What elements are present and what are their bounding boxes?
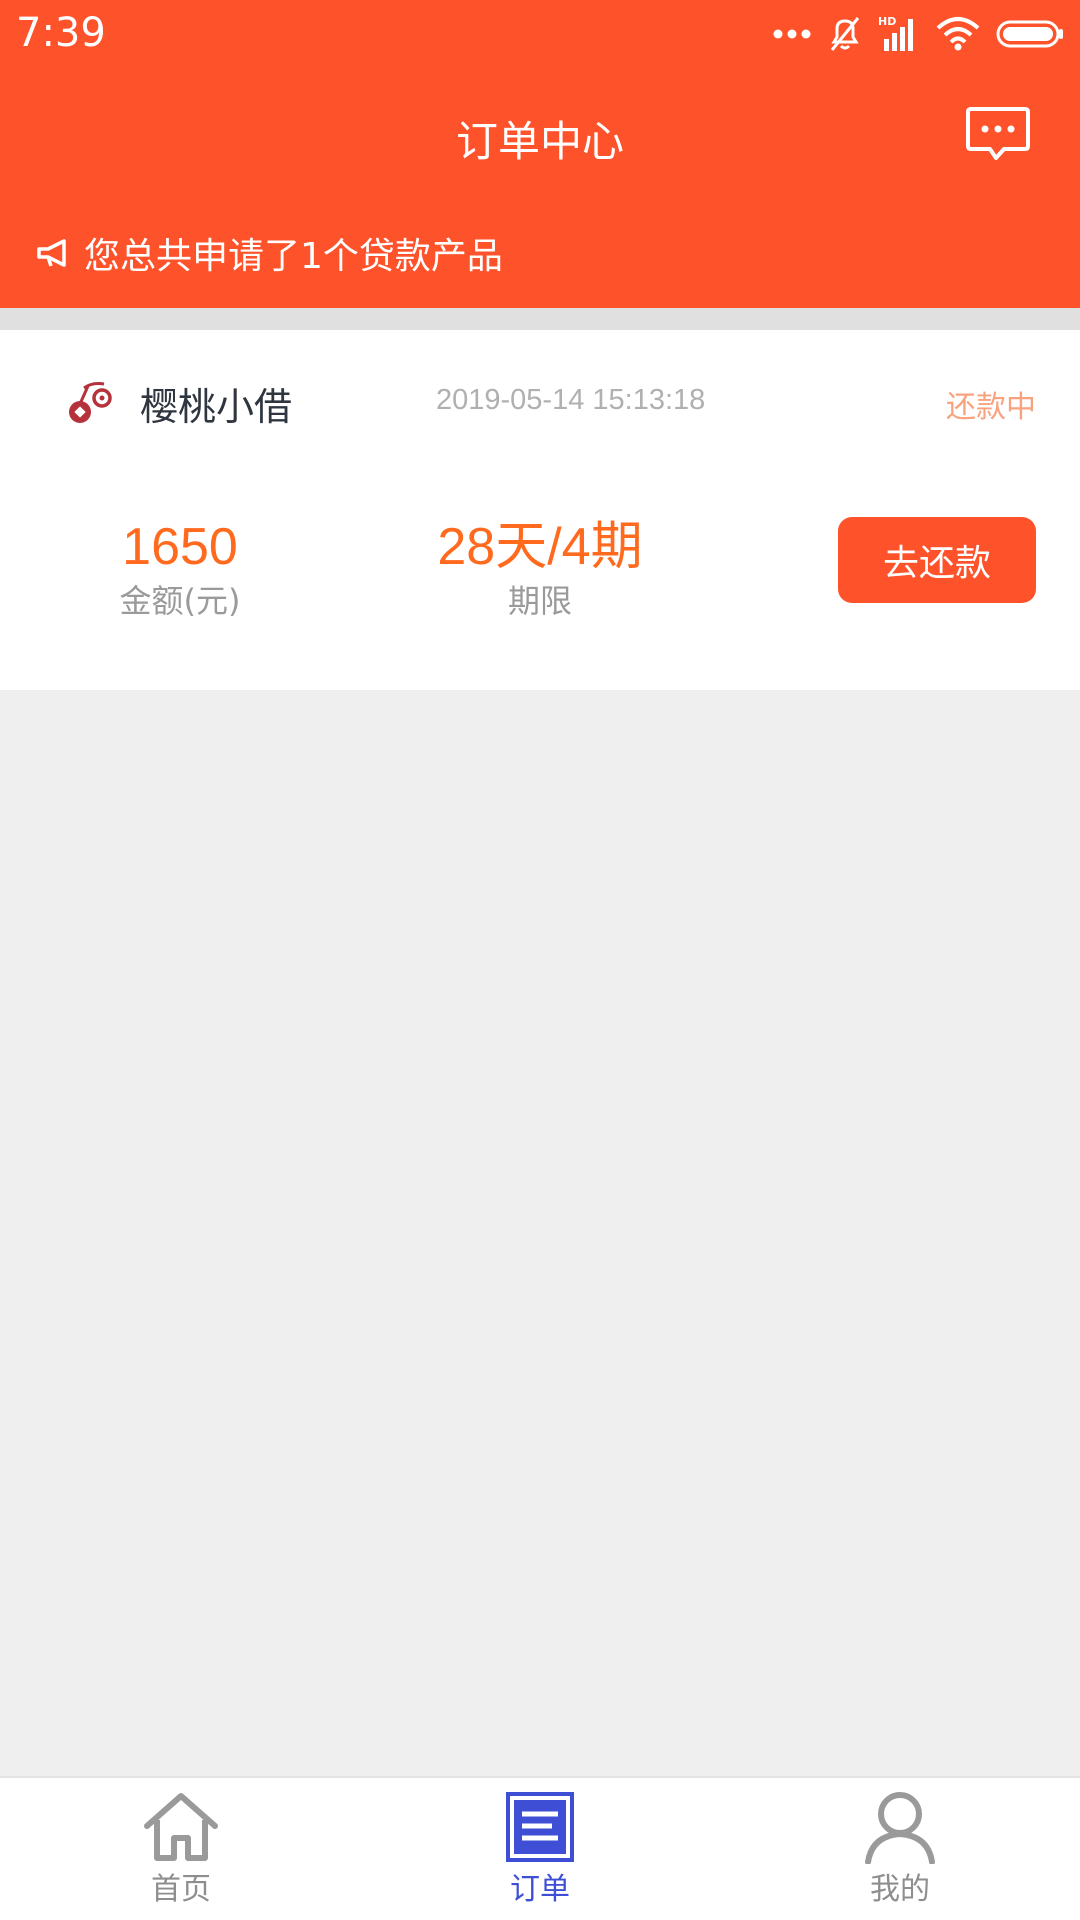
term-value: 28天/4期 xyxy=(437,518,643,576)
header: 7:39 HD 订单中心 您总共申请了1个贷款产品 xyxy=(0,0,1080,308)
more-dots-icon xyxy=(773,29,811,39)
tab-home[interactable]: 首页 xyxy=(101,1790,261,1916)
profile-icon xyxy=(865,1792,935,1864)
mute-notification-icon xyxy=(830,17,860,51)
status-time: 7:39 xyxy=(16,10,106,56)
status-icons: HD xyxy=(772,14,1064,54)
product-name: 樱桃小借 xyxy=(140,385,293,429)
signal-hd-icon: HD xyxy=(878,15,913,51)
status-bar: 7:39 HD xyxy=(0,0,1080,66)
repay-button[interactable]: 去还款 xyxy=(838,517,1036,603)
wifi-icon xyxy=(936,17,980,51)
home-icon xyxy=(144,1793,218,1861)
tab-profile[interactable]: 我的 xyxy=(820,1790,980,1916)
order-card[interactable]: 樱桃小借 2019-05-14 15:13:18 还款中 1650 金额(元) … xyxy=(0,330,1080,690)
term-block: 28天/4期 期限 xyxy=(400,516,680,624)
order-icon xyxy=(506,1792,574,1862)
tab-orders-label: 订单 xyxy=(510,1872,570,1907)
order-datetime: 2019-05-14 15:13:18 xyxy=(436,384,706,416)
amount-block: 1650 金额(元) xyxy=(40,516,320,624)
battery-icon xyxy=(996,20,1063,48)
order-status: 还款中 xyxy=(946,390,1036,425)
tab-profile-label: 我的 xyxy=(870,1872,930,1907)
message-button[interactable] xyxy=(966,106,1030,162)
tab-home-label: 首页 xyxy=(151,1872,211,1907)
cherry-logo-icon xyxy=(69,382,112,423)
divider xyxy=(0,308,1080,330)
term-label: 期限 xyxy=(507,582,572,620)
amount-label: 金额(元) xyxy=(119,582,241,620)
page-title: 订单中心 xyxy=(455,117,624,166)
notice-bar: 您总共申请了1个贷款产品 xyxy=(36,228,503,278)
svg-text:HD: HD xyxy=(878,15,896,28)
announcement-icon xyxy=(37,239,66,267)
tab-bar: 首页 订单 我的 xyxy=(0,1776,1080,1920)
notice-text: 您总共申请了1个贷款产品 xyxy=(84,236,503,277)
message-icon xyxy=(966,107,1030,160)
title-bar: 订单中心 xyxy=(0,96,1080,176)
tab-orders[interactable]: 订单 xyxy=(460,1790,620,1916)
amount-value: 1650 xyxy=(122,518,238,576)
